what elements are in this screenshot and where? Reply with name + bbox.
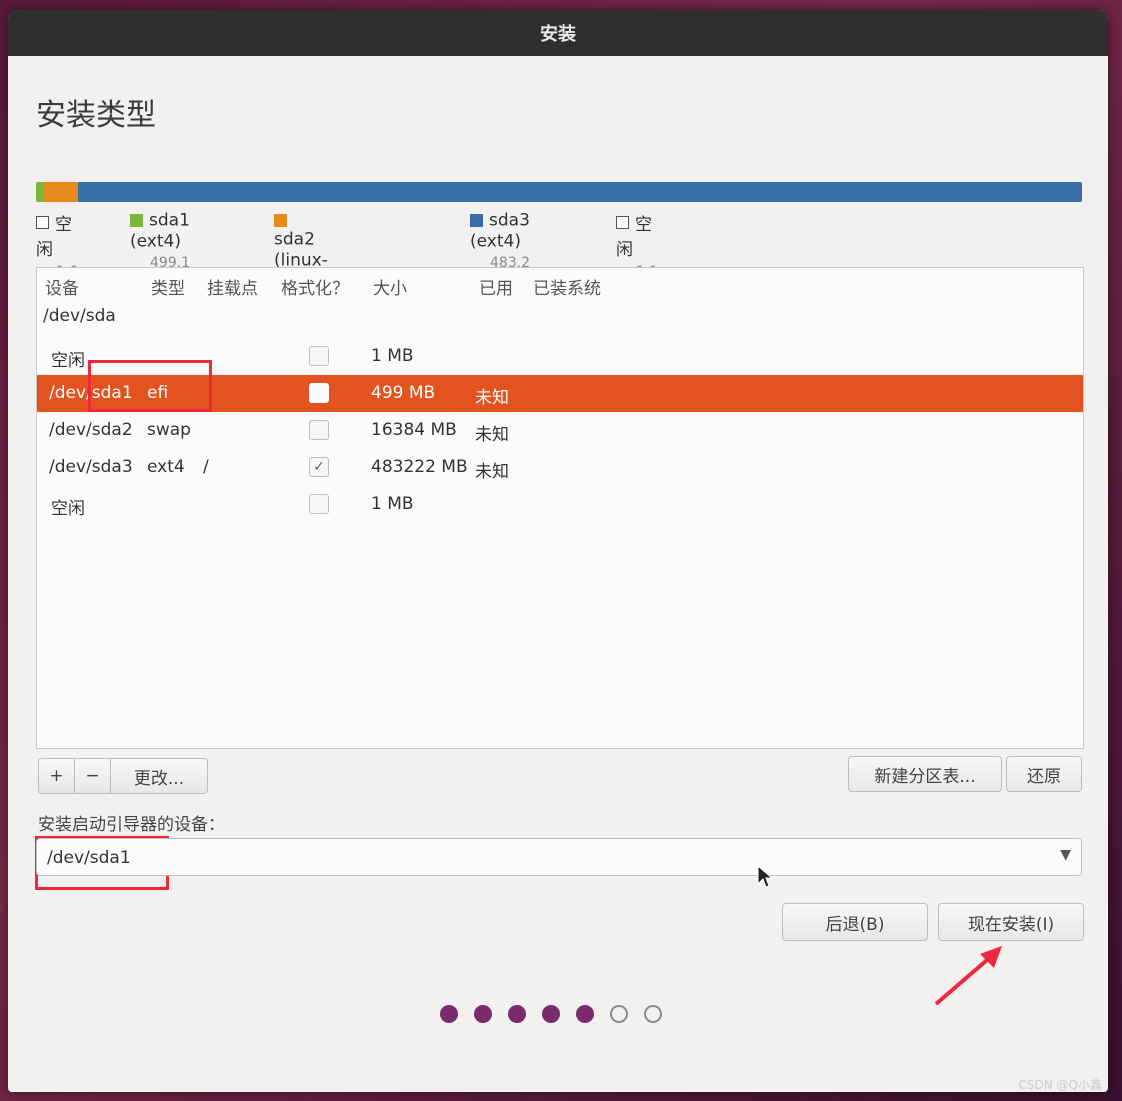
legend-swatch [616, 216, 629, 229]
header-system: 已装系统 [533, 279, 601, 299]
cell-device: 空闲 [51, 499, 85, 519]
header-size: 大小 [373, 279, 407, 299]
cell-used: 未知 [475, 462, 509, 482]
progress-dot [576, 1005, 594, 1023]
cell-used: 未知 [475, 425, 509, 445]
cell-size: 1 MB [371, 346, 414, 366]
progress-dots [440, 1005, 662, 1023]
cell-type: efi [147, 383, 169, 403]
partition-bar-segment [44, 182, 79, 202]
partition-bar-segment [36, 182, 45, 202]
annotation-arrow-icon [934, 946, 1002, 1006]
cell-type: swap [147, 420, 191, 440]
format-checkbox[interactable] [309, 494, 329, 514]
legend-swatch [274, 214, 287, 227]
page-title: 安装类型 [36, 98, 156, 133]
installer-window: 安装 安装类型 空闲1.0 MBsda1 (ext4)499.1 MBsda2 … [8, 10, 1108, 1092]
install-now-button[interactable]: 现在安装(I) [938, 903, 1084, 941]
progress-dot [508, 1005, 526, 1023]
header-device: 设备 [45, 279, 79, 299]
progress-dot [644, 1005, 662, 1023]
partition-bar-segment [78, 182, 1082, 202]
add-partition-button[interactable]: + [38, 758, 75, 794]
format-checkbox[interactable] [309, 420, 329, 440]
cell-size: 499 MB [371, 383, 436, 403]
cell-device: /dev/sda3 [49, 457, 133, 477]
cell-device: /dev/sda2 [49, 420, 133, 440]
table-row[interactable]: 空闲 1 MB [37, 338, 1083, 375]
cell-mount: / [203, 457, 209, 477]
format-checkbox[interactable] [309, 346, 329, 366]
cell-device: 空闲 [51, 351, 85, 371]
disk-row[interactable]: /dev/sda [37, 300, 1083, 337]
title-bar: 安装 [8, 10, 1108, 56]
legend-swatch [130, 214, 143, 227]
partition-bar [36, 182, 1082, 202]
table-row[interactable]: /dev/sda2 swap 16384 MB 未知 [37, 412, 1083, 449]
partition-table[interactable]: 设备 类型 挂载点 格式化？ 大小 已用 已装系统 /dev/sda 空闲 1 M… [36, 267, 1084, 749]
cell-used: 未知 [475, 388, 509, 408]
progress-dot [474, 1005, 492, 1023]
legend-swatch [470, 214, 483, 227]
cell-size: 16384 MB [371, 420, 457, 440]
new-partition-table-button[interactable]: 新建分区表... [848, 756, 1002, 792]
header-used: 已用 [479, 279, 513, 299]
table-row[interactable]: /dev/sda3 ext4 / ✓ 483222 MB 未知 [37, 449, 1083, 486]
window-title: 安装 [540, 24, 576, 45]
progress-dot [542, 1005, 560, 1023]
mouse-cursor-icon [757, 865, 773, 888]
format-checkbox[interactable]: ✓ [309, 457, 329, 477]
header-format: 格式化？ [281, 279, 349, 299]
watermark-text: CSDN @Q小鑫 [1018, 1078, 1102, 1092]
cell-size: 1 MB [371, 494, 414, 514]
bootloader-device-select[interactable]: /dev/sda1 ▼ [36, 838, 1082, 876]
format-checkbox[interactable] [309, 383, 329, 403]
disk-name: /dev/sda [43, 306, 116, 326]
chevron-down-icon: ▼ [1060, 847, 1071, 863]
revert-button[interactable]: 还原 [1006, 756, 1082, 792]
table-header: 设备 类型 挂载点 格式化？ 大小 已用 已装系统 [37, 274, 1083, 299]
progress-dot [610, 1005, 628, 1023]
progress-dot [440, 1005, 458, 1023]
header-type: 类型 [151, 279, 185, 299]
cell-device: /dev/sda1 [49, 383, 133, 403]
change-partition-button[interactable]: 更改... [110, 758, 208, 794]
legend-swatch [36, 216, 49, 229]
back-button[interactable]: 后退(B) [782, 903, 928, 941]
header-mount: 挂载点 [207, 279, 258, 299]
cell-type: ext4 [147, 457, 185, 477]
table-row[interactable]: /dev/sda1 efi 499 MB 未知 [37, 375, 1083, 412]
cell-size: 483222 MB [371, 457, 468, 477]
bootloader-device-value: /dev/sda1 [47, 848, 131, 868]
table-row[interactable]: 空闲 1 MB [37, 486, 1083, 523]
remove-partition-button[interactable]: − [74, 758, 111, 794]
bootloader-label: 安装启动引导器的设备： [38, 815, 225, 835]
